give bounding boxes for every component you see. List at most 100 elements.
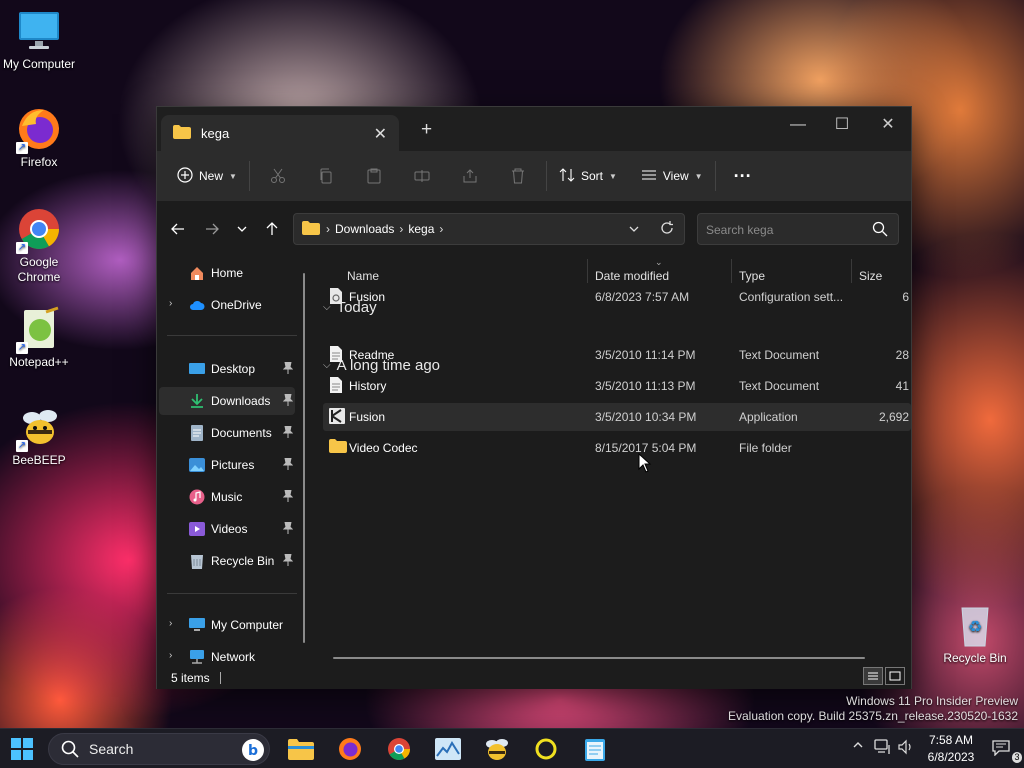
pin-icon[interactable] xyxy=(282,393,294,409)
pin-icon[interactable] xyxy=(282,425,294,441)
monitor-icon xyxy=(16,8,62,54)
sidebar-item-recycle-bin[interactable]: Recycle Bin xyxy=(159,547,295,575)
column-divider[interactable] xyxy=(587,259,588,283)
pin-icon[interactable] xyxy=(282,489,294,505)
chevron-right-icon[interactable]: › xyxy=(169,298,172,309)
show-hidden-icons-button[interactable] xyxy=(852,739,864,754)
desktop-icon-recycle-bin[interactable]: ♻ Recycle Bin xyxy=(936,602,1014,666)
sidebar-item-videos[interactable]: Videos xyxy=(159,515,295,543)
sidebar-item-music[interactable]: Music xyxy=(159,483,295,511)
sidebar-item-desktop[interactable]: Desktop xyxy=(159,355,295,383)
folder-icon xyxy=(173,124,191,142)
desktop-icon-my-computer[interactable]: My Computer xyxy=(0,8,78,72)
desktop-icon-notepad-plus-plus[interactable]: ↗ Notepad++ xyxy=(0,306,78,370)
pin-icon[interactable] xyxy=(282,521,294,537)
taskbar-beebeep[interactable] xyxy=(480,733,514,765)
taskbar-resource-monitor[interactable] xyxy=(431,733,465,765)
desktop-icon-firefox[interactable]: ↗ Firefox xyxy=(0,106,78,170)
file-row[interactable]: History 3/5/2010 11:13 PM Text Document 41 xyxy=(323,372,911,400)
breadcrumb-kega[interactable]: kega xyxy=(408,222,434,236)
sidebar-item-downloads[interactable]: Downloads xyxy=(159,387,295,415)
sidebar-item-documents[interactable]: Documents xyxy=(159,419,295,447)
file-row[interactable]: Fusion 3/5/2010 10:34 PM Application 2,692 xyxy=(323,403,911,431)
taskbar-firefox[interactable] xyxy=(333,733,367,765)
column-divider[interactable] xyxy=(851,259,852,283)
start-button[interactable] xyxy=(8,735,36,763)
taskbar-search-box[interactable]: Search b xyxy=(48,733,270,765)
taskbar-file-explorer[interactable] xyxy=(284,733,318,765)
column-header-name[interactable]: Name xyxy=(347,269,379,283)
bing-icon[interactable]: b xyxy=(241,738,265,765)
file-row[interactable]: Readme 3/5/2010 11:14 PM Text Document 28 xyxy=(323,341,911,369)
back-button[interactable] xyxy=(165,218,191,240)
network-status-button[interactable] xyxy=(874,739,892,758)
rename-button[interactable] xyxy=(398,159,446,193)
close-tab-icon[interactable]: ✕ xyxy=(374,124,387,144)
column-divider[interactable] xyxy=(731,259,732,283)
pin-icon[interactable] xyxy=(282,361,294,377)
shortcut-arrow-icon: ↗ xyxy=(16,440,28,452)
refresh-button[interactable] xyxy=(660,221,674,238)
maximize-button[interactable]: ☐ xyxy=(819,111,865,141)
breadcrumb-downloads[interactable]: Downloads xyxy=(335,222,394,236)
new-tab-button[interactable]: + xyxy=(421,119,432,141)
forward-button[interactable] xyxy=(199,218,225,240)
address-history-button[interactable] xyxy=(628,223,640,238)
sidebar-scrollbar[interactable] xyxy=(303,273,305,643)
up-button[interactable] xyxy=(259,218,285,240)
desktop-icon-beebeep[interactable]: ↗ BeeBEEP xyxy=(0,404,78,468)
tab-kega[interactable]: kega ✕ xyxy=(161,115,399,151)
share-button[interactable] xyxy=(446,159,494,193)
notification-center-button[interactable] xyxy=(992,740,1010,759)
bee-icon xyxy=(486,739,508,760)
sidebar-item-home[interactable]: Home xyxy=(159,259,295,287)
file-date-modified: 6/8/2023 7:57 AM xyxy=(595,290,690,304)
search-input[interactable] xyxy=(706,220,856,240)
sidebar-item-my-computer[interactable]: › My Computer xyxy=(159,611,295,639)
search-icon[interactable] xyxy=(872,221,888,240)
paste-button[interactable] xyxy=(350,159,398,193)
chart-monitor-icon xyxy=(435,738,461,760)
volume-button[interactable] xyxy=(898,739,914,758)
taskbar-clock[interactable]: 7:58 AM 6/8/2023 xyxy=(918,732,984,766)
add-circle-icon xyxy=(177,166,193,186)
close-window-button[interactable]: ✕ xyxy=(865,111,911,141)
minimize-button[interactable]: — xyxy=(775,111,821,141)
taskbar-chrome[interactable] xyxy=(382,733,416,765)
pin-icon[interactable] xyxy=(282,553,294,569)
sidebar-item-onedrive[interactable]: › OneDrive xyxy=(159,291,295,319)
desktop-icon-label: My Computer xyxy=(2,57,76,71)
file-name: History xyxy=(349,379,387,393)
taskbar-circle-app[interactable] xyxy=(529,733,563,765)
pin-icon[interactable] xyxy=(282,457,294,473)
recent-locations-button[interactable] xyxy=(229,218,255,240)
cut-button[interactable] xyxy=(254,159,302,193)
horizontal-scrollbar[interactable] xyxy=(333,657,865,659)
view-button[interactable]: View ▼ xyxy=(633,159,711,193)
file-row[interactable]: Video Codec 8/15/2017 5:04 PM File folder xyxy=(323,434,911,462)
large-icons-view-button[interactable] xyxy=(885,667,905,685)
chevron-right-icon[interactable]: › xyxy=(169,618,172,629)
column-header-size[interactable]: Size xyxy=(859,269,882,283)
taskbar-notepad[interactable] xyxy=(578,733,612,765)
clock-date: 6/8/2023 xyxy=(927,750,975,764)
copy-button[interactable] xyxy=(302,159,350,193)
chevron-down-icon: ▼ xyxy=(229,171,237,181)
firefox-icon: ↗ xyxy=(16,106,62,154)
column-header-date-modified[interactable]: Date modified xyxy=(595,269,669,283)
new-button[interactable]: New ▼ xyxy=(169,159,245,193)
list-view-icon xyxy=(641,167,657,186)
sort-button[interactable]: Sort ▼ xyxy=(551,159,625,193)
column-header-type[interactable]: Type xyxy=(739,269,765,283)
notepad-icon xyxy=(585,739,605,761)
address-bar[interactable]: › Downloads › kega › xyxy=(293,213,685,245)
svg-text:b: b xyxy=(248,743,258,759)
details-view-button[interactable] xyxy=(863,667,883,685)
sidebar-item-pictures[interactable]: Pictures xyxy=(159,451,295,479)
config-file-icon xyxy=(329,288,343,307)
see-more-button[interactable]: ··· xyxy=(726,159,760,193)
chevron-right-icon[interactable]: › xyxy=(169,650,172,661)
delete-button[interactable] xyxy=(494,159,542,193)
file-row[interactable]: Fusion 6/8/2023 7:57 AM Configuration sett… xyxy=(323,283,911,311)
desktop-icon-google-chrome[interactable]: ↗ Google Chrome xyxy=(0,206,78,285)
